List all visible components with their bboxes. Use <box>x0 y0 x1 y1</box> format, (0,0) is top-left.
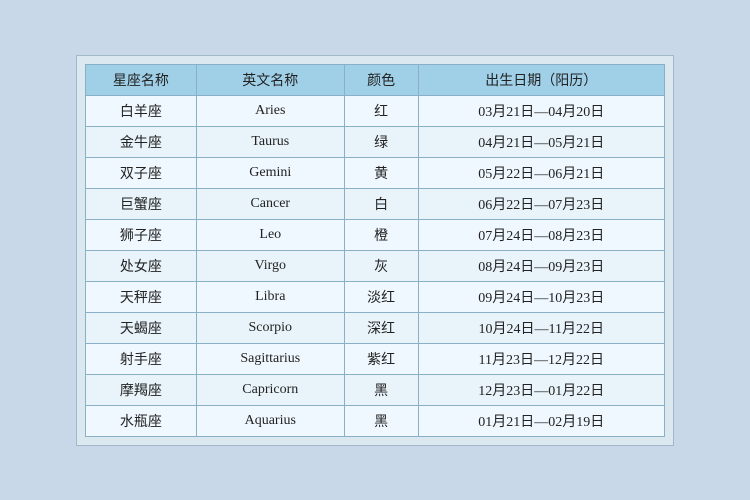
cell-date: 01月21日—02月19日 <box>418 405 664 436</box>
cell-en-name: Libra <box>196 281 344 312</box>
table-row: 巨蟹座Cancer白06月22日—07月23日 <box>86 188 665 219</box>
header-col-en: 英文名称 <box>196 64 344 95</box>
cell-color: 黑 <box>344 374 418 405</box>
cell-color: 红 <box>344 95 418 126</box>
cell-date: 12月23日—01月22日 <box>418 374 664 405</box>
cell-date: 03月21日—04月20日 <box>418 95 664 126</box>
zodiac-table: 星座名称 英文名称 颜色 出生日期（阳历） 白羊座Aries红03月21日—04… <box>85 64 665 437</box>
cell-en-name: Capricorn <box>196 374 344 405</box>
table-row: 射手座Sagittarius紫红11月23日—12月22日 <box>86 343 665 374</box>
cell-color: 深红 <box>344 312 418 343</box>
cell-zodiac-name: 射手座 <box>86 343 197 374</box>
cell-color: 黑 <box>344 405 418 436</box>
cell-en-name: Aries <box>196 95 344 126</box>
cell-zodiac-name: 狮子座 <box>86 219 197 250</box>
cell-en-name: Cancer <box>196 188 344 219</box>
cell-en-name: Gemini <box>196 157 344 188</box>
header-col-name: 星座名称 <box>86 64 197 95</box>
cell-date: 07月24日—08月23日 <box>418 219 664 250</box>
table-row: 天蝎座Scorpio深红10月24日—11月22日 <box>86 312 665 343</box>
cell-en-name: Leo <box>196 219 344 250</box>
cell-color: 灰 <box>344 250 418 281</box>
cell-en-name: Virgo <box>196 250 344 281</box>
cell-date: 11月23日—12月22日 <box>418 343 664 374</box>
cell-en-name: Sagittarius <box>196 343 344 374</box>
table-row: 金牛座Taurus绿04月21日—05月21日 <box>86 126 665 157</box>
cell-date: 09月24日—10月23日 <box>418 281 664 312</box>
cell-en-name: Scorpio <box>196 312 344 343</box>
table-header-row: 星座名称 英文名称 颜色 出生日期（阳历） <box>86 64 665 95</box>
cell-en-name: Aquarius <box>196 405 344 436</box>
cell-zodiac-name: 水瓶座 <box>86 405 197 436</box>
cell-color: 紫红 <box>344 343 418 374</box>
cell-color: 绿 <box>344 126 418 157</box>
cell-date: 04月21日—05月21日 <box>418 126 664 157</box>
table-row: 白羊座Aries红03月21日—04月20日 <box>86 95 665 126</box>
header-col-date: 出生日期（阳历） <box>418 64 664 95</box>
cell-zodiac-name: 摩羯座 <box>86 374 197 405</box>
cell-zodiac-name: 白羊座 <box>86 95 197 126</box>
table-row: 狮子座Leo橙07月24日—08月23日 <box>86 219 665 250</box>
cell-color: 橙 <box>344 219 418 250</box>
table-row: 摩羯座Capricorn黑12月23日—01月22日 <box>86 374 665 405</box>
cell-date: 05月22日—06月21日 <box>418 157 664 188</box>
table-row: 水瓶座Aquarius黑01月21日—02月19日 <box>86 405 665 436</box>
header-col-color: 颜色 <box>344 64 418 95</box>
table-body: 白羊座Aries红03月21日—04月20日金牛座Taurus绿04月21日—0… <box>86 95 665 436</box>
cell-date: 06月22日—07月23日 <box>418 188 664 219</box>
zodiac-table-container: 星座名称 英文名称 颜色 出生日期（阳历） 白羊座Aries红03月21日—04… <box>76 55 674 446</box>
cell-zodiac-name: 金牛座 <box>86 126 197 157</box>
cell-zodiac-name: 巨蟹座 <box>86 188 197 219</box>
cell-color: 白 <box>344 188 418 219</box>
cell-zodiac-name: 天秤座 <box>86 281 197 312</box>
table-row: 处女座Virgo灰08月24日—09月23日 <box>86 250 665 281</box>
cell-zodiac-name: 双子座 <box>86 157 197 188</box>
table-row: 天秤座Libra淡红09月24日—10月23日 <box>86 281 665 312</box>
cell-en-name: Taurus <box>196 126 344 157</box>
cell-color: 黄 <box>344 157 418 188</box>
cell-date: 10月24日—11月22日 <box>418 312 664 343</box>
cell-zodiac-name: 天蝎座 <box>86 312 197 343</box>
table-row: 双子座Gemini黄05月22日—06月21日 <box>86 157 665 188</box>
cell-zodiac-name: 处女座 <box>86 250 197 281</box>
cell-color: 淡红 <box>344 281 418 312</box>
cell-date: 08月24日—09月23日 <box>418 250 664 281</box>
